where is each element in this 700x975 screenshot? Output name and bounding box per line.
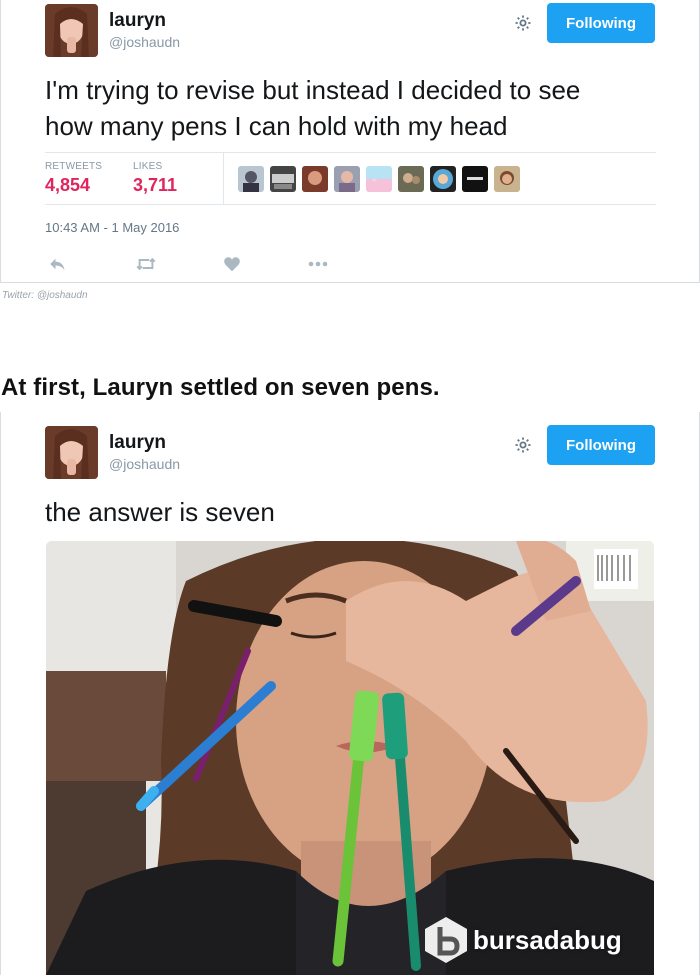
liker-avatar[interactable]: [302, 166, 328, 192]
watermark: bursadabug: [423, 912, 622, 968]
liker-avatar[interactable]: [334, 166, 360, 192]
watermark-text: bursadabug: [473, 924, 622, 955]
likes-stat[interactable]: LIKES 3,711: [133, 161, 177, 196]
watermark-logo-icon: [425, 917, 467, 963]
liker-avatar[interactable]: [238, 166, 264, 192]
retweets-stat[interactable]: RETWEETS 4,854: [45, 161, 102, 196]
gear-icon[interactable]: [513, 435, 533, 455]
tweet-text: I'm trying to revise but instead I decid…: [45, 72, 645, 144]
retweet-icon[interactable]: [134, 254, 158, 274]
more-icon[interactable]: [306, 254, 330, 274]
tweet-stats: RETWEETS 4,854 LIKES 3,711 ~: [45, 152, 656, 205]
following-button[interactable]: Following: [547, 425, 655, 465]
liker-avatars: ~: [238, 166, 520, 192]
tweet-text-line: I'm trying to revise but instead I decid…: [45, 75, 581, 105]
liker-avatar[interactable]: [430, 166, 456, 192]
likes-count: 3,711: [133, 175, 178, 195]
tweet-photo[interactable]: [46, 541, 654, 975]
tweet-text-line: how many pens I can hold with my head: [45, 111, 508, 141]
tweet-text: the answer is seven: [45, 497, 275, 527]
liker-avatar[interactable]: [270, 166, 296, 192]
liker-avatar[interactable]: [398, 166, 424, 192]
section-heading: At first, Lauryn settled on seven pens.: [1, 374, 440, 401]
tweet-card-1: lauryn @joshaudn Following I'm trying to…: [0, 0, 700, 283]
reply-icon[interactable]: [45, 254, 69, 274]
likes-label: LIKES: [133, 161, 163, 172]
liker-avatar[interactable]: ~: [366, 166, 392, 192]
avatar[interactable]: [45, 4, 98, 57]
liker-avatar[interactable]: [494, 166, 520, 192]
liker-avatar[interactable]: [462, 166, 488, 192]
user-handle[interactable]: @joshaudn: [109, 34, 180, 50]
svg-text:~: ~: [372, 177, 377, 184]
user-name[interactable]: lauryn: [109, 432, 166, 454]
avatar[interactable]: [45, 426, 98, 479]
retweets-label: RETWEETS: [45, 161, 103, 172]
gear-icon[interactable]: [513, 13, 533, 33]
user-handle[interactable]: @joshaudn: [109, 456, 180, 472]
following-button[interactable]: Following: [547, 3, 655, 43]
source-credit: Twitter: @joshaudn: [2, 290, 88, 301]
like-icon[interactable]: [220, 254, 244, 274]
tweet-timestamp[interactable]: 10:43 AM - 1 May 2016: [45, 220, 179, 235]
retweets-count: 4,854: [45, 175, 91, 195]
stat-divider: [223, 153, 224, 204]
user-name[interactable]: lauryn: [109, 10, 166, 32]
